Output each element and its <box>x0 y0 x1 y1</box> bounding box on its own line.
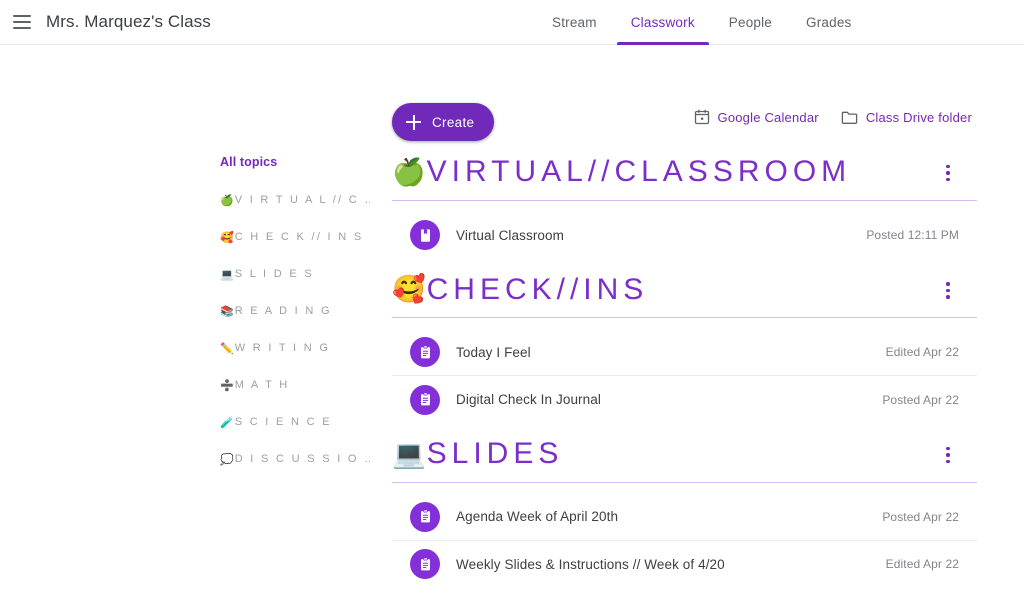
topic-section-checkins: 🥰 CHECK//INS Today I Feel Edited Apr 22 … <box>392 273 977 424</box>
topic-title-label: VIRTUAL//CLASSROOM <box>426 155 852 188</box>
kebab-dot <box>946 453 950 457</box>
hamburger-line <box>13 15 31 17</box>
classwork-row-date: Posted Apr 22 <box>882 392 959 407</box>
create-button[interactable]: Create <box>392 103 495 141</box>
smiling-face-hearts-icon: 🥰 <box>392 274 426 305</box>
classwork-row-date: Edited Apr 22 <box>885 557 959 572</box>
classwork-row-date: Posted Apr 22 <box>882 509 959 524</box>
calendar-icon <box>694 109 709 125</box>
topic-more-options-icon[interactable] <box>937 161 959 185</box>
pencil-icon: ✏️ <box>220 342 234 355</box>
class-drive-folder-label: Class Drive folder <box>865 109 972 125</box>
topic-header: 🍏 VIRTUAL//CLASSROOM <box>392 155 977 201</box>
app-bar: Mrs. Marquez's Class Stream Classwork Pe… <box>0 0 1024 45</box>
kebab-dot <box>946 164 950 169</box>
material-icon <box>410 220 440 251</box>
sidebar-item-discussion[interactable]: 💭 D I S C U S S I O … <box>220 451 370 467</box>
classwork-row-title: Virtual Classroom <box>456 227 564 243</box>
topic-title-label: CHECK//INS <box>426 272 649 306</box>
assignment-icon <box>410 337 440 368</box>
division-icon: ➗ <box>220 379 234 392</box>
create-button-label: Create <box>432 114 475 130</box>
sidebar-item-virtual-classroom[interactable]: 🍏 V I R T U A L // C … <box>220 192 370 208</box>
classwork-row[interactable]: Today I Feel Edited Apr 22 <box>392 329 977 377</box>
sidebar-item-label: C H E C K // I N S <box>234 231 364 243</box>
classwork-row-title: Agenda Week of April 20th <box>456 509 619 525</box>
test-tube-icon: 🧪 <box>220 416 234 429</box>
assignment-icon <box>410 501 440 532</box>
topic-title-slides[interactable]: 💻 SLIDES <box>392 437 563 471</box>
sidebar-item-checkins[interactable]: 🥰 C H E C K // I N S <box>220 229 370 245</box>
assignment-icon <box>410 384 440 415</box>
tab-classwork[interactable]: Classwork <box>614 0 712 45</box>
hamburger-menu-icon[interactable] <box>13 11 35 33</box>
classwork-row[interactable]: Virtual Classroom Posted 12:11 PM <box>392 212 977 259</box>
topic-title-virtual-classroom[interactable]: 🍏 VIRTUAL//CLASSROOM <box>392 155 851 189</box>
apple-icon: 🍏 <box>392 156 426 187</box>
google-calendar-label: Google Calendar <box>717 109 819 125</box>
plus-icon <box>406 114 421 130</box>
sidebar-item-writing[interactable]: ✏️ W R I T I N G <box>220 340 370 356</box>
sidebar-item-label: M A T H <box>234 379 290 391</box>
sidebar-item-label: V I R T U A L // C … <box>234 194 370 206</box>
classwork-row[interactable]: Agenda Week of April 20th Posted Apr 22 <box>392 494 977 541</box>
main-tabs: Stream Classwork People Grades <box>535 0 869 45</box>
classwork-row-title: Today I Feel <box>456 344 531 360</box>
topic-section-virtual-classroom: 🍏 VIRTUAL//CLASSROOM Virtual Classroom P… <box>392 155 977 259</box>
kebab-dot <box>946 288 950 293</box>
topic-header: 💻 SLIDES <box>392 437 977 483</box>
classwork-row-date: Edited Apr 22 <box>885 345 959 360</box>
topics-sidebar: All topics 🍏 V I R T U A L // C … 🥰 C H … <box>220 155 370 488</box>
sidebar-item-reading[interactable]: 📚 R E A D I N G <box>220 303 370 319</box>
topic-header: 🥰 CHECK//INS <box>392 273 977 319</box>
kebab-dot <box>946 282 950 286</box>
kebab-dot <box>946 295 950 299</box>
classwork-row[interactable]: Weekly Slides & Instructions // Week of … <box>392 541 977 588</box>
topic-more-options-icon[interactable] <box>937 279 959 303</box>
classwork-row-title: Digital Check In Journal <box>456 392 601 408</box>
toolbar-links: Google Calendar Class Drive folder <box>694 109 972 125</box>
laptop-icon: 💻 <box>220 268 234 281</box>
topic-title-checkins[interactable]: 🥰 CHECK//INS <box>392 273 648 307</box>
folder-icon <box>841 111 858 124</box>
sidebar-item-all-topics[interactable]: All topics <box>220 155 370 169</box>
assignment-icon <box>410 549 440 580</box>
google-calendar-link[interactable]: Google Calendar <box>694 109 819 125</box>
sidebar-item-slides[interactable]: 💻 S L I D E S <box>220 266 370 282</box>
sidebar-item-math[interactable]: ➗ M A T H <box>220 377 370 393</box>
classwork-list: 🍏 VIRTUAL//CLASSROOM Virtual Classroom P… <box>392 155 977 592</box>
topic-section-slides: 💻 SLIDES Agenda Week of April 20th Poste… <box>392 437 977 588</box>
sidebar-item-science[interactable]: 🧪 S C I E N C E <box>220 414 370 430</box>
laptop-icon: 💻 <box>392 438 426 469</box>
tab-people[interactable]: People <box>712 0 789 45</box>
kebab-dot <box>946 171 950 175</box>
sidebar-item-label: D I S C U S S I O … <box>234 453 370 465</box>
smiling-face-hearts-icon: 🥰 <box>220 231 234 244</box>
topic-title-label: SLIDES <box>426 437 564 471</box>
sidebar-item-label: R E A D I N G <box>234 305 332 317</box>
kebab-dot <box>946 446 950 451</box>
speech-balloon-icon: 💭 <box>220 453 234 466</box>
sidebar-item-label: W R I T I N G <box>234 342 331 354</box>
kebab-dot <box>946 177 950 182</box>
sidebar-item-label: S L I D E S <box>234 268 315 280</box>
books-icon: 📚 <box>220 305 234 318</box>
page-title: Mrs. Marquez's Class <box>46 12 211 31</box>
apple-icon: 🍏 <box>220 194 234 207</box>
sidebar-item-label: S C I E N C E <box>234 416 332 428</box>
classwork-row-date: Posted 12:11 PM <box>866 228 959 243</box>
topic-more-options-icon[interactable] <box>937 443 959 467</box>
tab-stream[interactable]: Stream <box>535 0 614 45</box>
kebab-dot <box>946 459 950 464</box>
tab-grades[interactable]: Grades <box>789 0 868 45</box>
class-drive-folder-link[interactable]: Class Drive folder <box>841 110 972 125</box>
classwork-row[interactable]: Digital Check In Journal Posted Apr 22 <box>392 376 977 423</box>
hamburger-line <box>13 21 31 23</box>
classwork-page: Create Google Calendar Class Drive folde… <box>0 45 1024 592</box>
hamburger-line <box>13 27 31 29</box>
classwork-row-title: Weekly Slides & Instructions // Week of … <box>456 556 725 572</box>
